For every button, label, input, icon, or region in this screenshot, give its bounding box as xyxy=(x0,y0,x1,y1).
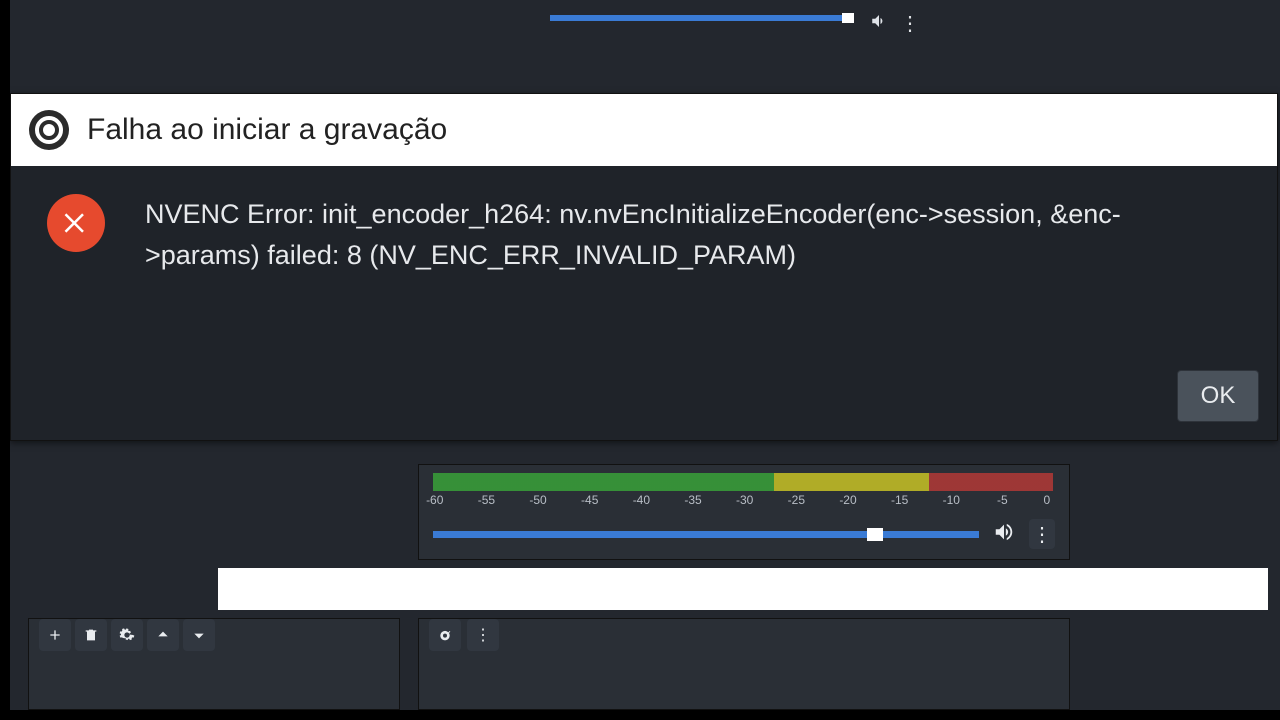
error-message: NVENC Error: init_encoder_h264: nv.nvEnc… xyxy=(145,194,1165,275)
ok-button[interactable]: OK xyxy=(1177,370,1259,422)
add-button[interactable] xyxy=(39,619,71,651)
sources-dock xyxy=(28,618,400,710)
kebab-icon[interactable]: ⋮ xyxy=(900,11,920,36)
delete-button[interactable] xyxy=(75,619,107,651)
error-dialog: Falha ao iniciar a gravação NVENC Error:… xyxy=(10,93,1278,441)
speaker-icon[interactable] xyxy=(993,521,1015,548)
volume-slider[interactable] xyxy=(433,531,979,538)
more-options-button[interactable]: ⋮ xyxy=(467,619,499,651)
transitions-dock: ⋮ xyxy=(418,618,1070,710)
move-down-button[interactable] xyxy=(183,619,215,651)
speaker-icon[interactable] xyxy=(870,12,888,35)
obs-logo-icon xyxy=(29,110,69,150)
properties-button[interactable] xyxy=(429,619,461,651)
error-icon xyxy=(47,194,105,252)
meter-db-ticks: -60-55-50 -45-40-35 -30-25-20 -15-10-5 0 xyxy=(433,493,1053,507)
letterbox xyxy=(0,0,10,720)
volume-thumb[interactable] xyxy=(867,528,883,541)
audio-mixer-panel: -60-55-50 -45-40-35 -30-25-20 -15-10-5 0… xyxy=(418,464,1070,560)
move-up-button[interactable] xyxy=(147,619,179,651)
text-input-strip[interactable] xyxy=(218,568,1268,610)
top-volume-track[interactable] xyxy=(550,15,850,21)
settings-button[interactable] xyxy=(111,619,143,651)
dialog-title: Falha ao iniciar a gravação xyxy=(87,113,447,147)
top-volume-thumb[interactable] xyxy=(842,13,854,23)
letterbox xyxy=(0,710,1280,720)
top-audio-strip: ⋮ xyxy=(550,15,920,35)
audio-level-meter: -60-55-50 -45-40-35 -30-25-20 -15-10-5 0 xyxy=(433,473,1053,491)
dialog-titlebar[interactable]: Falha ao iniciar a gravação xyxy=(11,94,1277,166)
mixer-options-button[interactable]: ⋮ xyxy=(1029,519,1055,549)
